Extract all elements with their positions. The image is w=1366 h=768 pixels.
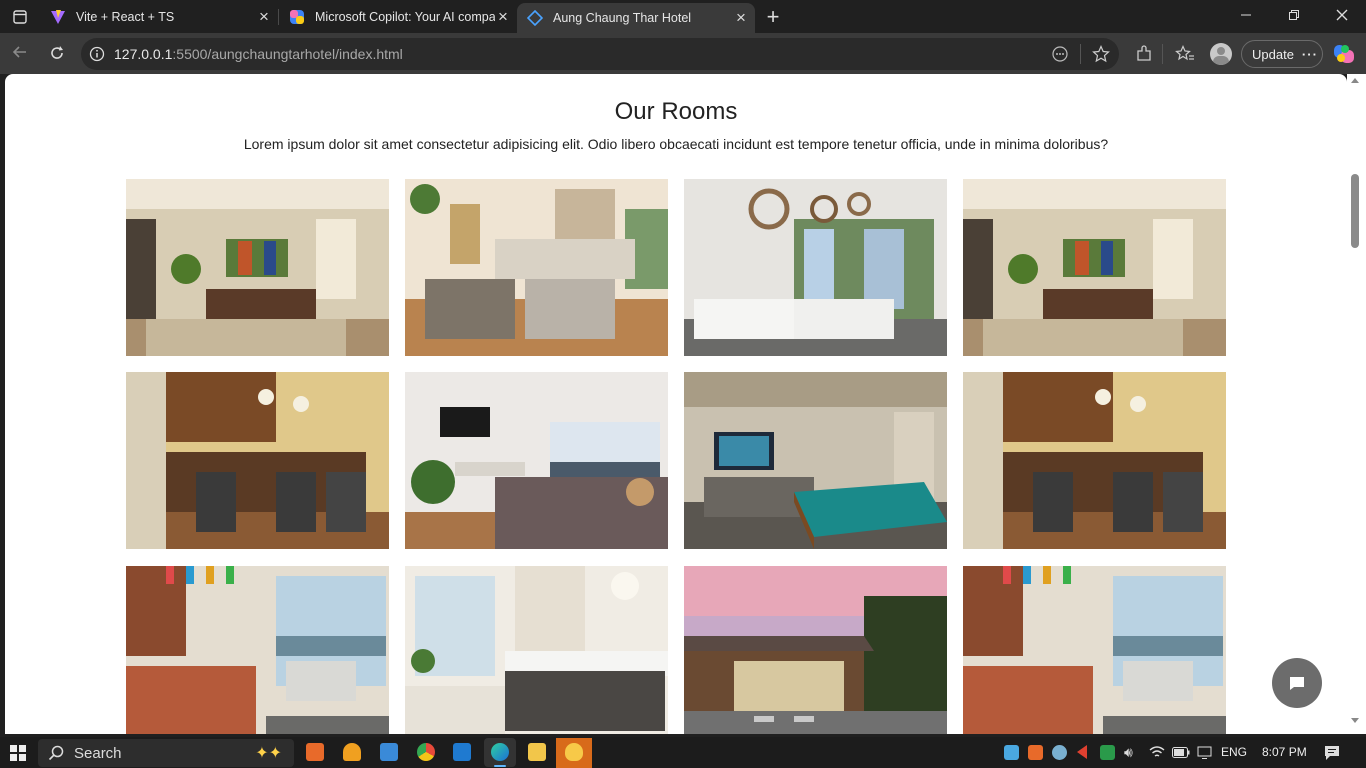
back-button[interactable] <box>8 42 32 66</box>
room-image-living-room[interactable] <box>126 179 389 356</box>
app-icon-1[interactable] <box>306 743 324 761</box>
scroll-up-icon[interactable] <box>1351 78 1359 83</box>
extensions-icon[interactable] <box>1135 45 1153 63</box>
taskbar-search[interactable]: Search ✦✦ <box>38 739 294 767</box>
wifi-icon[interactable] <box>1149 745 1165 759</box>
search-icon <box>48 745 64 761</box>
more-options-icon[interactable] <box>1052 46 1068 62</box>
tab-title: Vite + React + TS <box>76 9 175 24</box>
divider <box>1080 44 1081 64</box>
tab-aung-chaung-thar[interactable]: Aung Chaung Thar Hotel × <box>517 3 755 33</box>
room-image-sunroom[interactable] <box>684 179 947 356</box>
tab-title: Microsoft Copilot: Your AI compa <box>315 9 495 24</box>
display-icon[interactable] <box>1197 745 1212 760</box>
room-image-bathroom[interactable] <box>405 566 668 734</box>
notification-icon[interactable] <box>1324 745 1340 761</box>
refresh-button[interactable] <box>45 43 69 67</box>
tray-icon-2[interactable] <box>1028 745 1043 760</box>
chrome-icon[interactable] <box>417 743 435 761</box>
minimize-button[interactable] <box>1222 8 1270 26</box>
vite-icon <box>51 9 65 24</box>
room-image-lounge[interactable] <box>405 179 668 356</box>
edge-icon[interactable] <box>491 743 509 761</box>
page-viewport: Our Rooms Lorem ipsum dolor sit amet con… <box>5 74 1347 734</box>
close-icon[interactable]: × <box>495 8 511 25</box>
room-image-kitchen-bar[interactable] <box>126 372 389 549</box>
divider <box>1162 44 1163 64</box>
close-icon[interactable]: × <box>733 9 749 26</box>
app-icon-2[interactable] <box>343 743 361 761</box>
page-title: Our Rooms <box>614 98 738 125</box>
sparkle-icon: ✦✦ <box>255 745 282 762</box>
favorite-star-icon[interactable] <box>1092 45 1110 63</box>
monitor-app-icon[interactable] <box>380 743 398 761</box>
tab-strip: Vite + React + TS × Microsoft Copilot: Y… <box>0 0 1366 33</box>
room-image-living-room[interactable] <box>963 179 1226 356</box>
update-label: Update <box>1252 46 1294 62</box>
restore-button[interactable] <box>1270 8 1318 26</box>
room-image-game-room[interactable] <box>684 372 947 549</box>
tab-vite[interactable]: Vite + React + TS × <box>40 0 278 33</box>
url-text: 127.0.0.1:5500/aungchaungtarhotel/index.… <box>114 46 403 62</box>
favorites-icon[interactable] <box>1175 45 1195 63</box>
windows-start-icon[interactable] <box>10 745 26 761</box>
restore-icon <box>1289 9 1299 20</box>
weather-icon[interactable] <box>1052 745 1067 760</box>
address-bar[interactable]: 127.0.0.1:5500/aungchaungtarhotel/index.… <box>81 38 1119 70</box>
active-indicator <box>494 765 506 767</box>
clock-time[interactable]: 8:07 PM <box>1262 745 1307 759</box>
room-image-bedroom[interactable] <box>405 372 668 549</box>
close-window-icon <box>1336 9 1348 20</box>
refresh-icon <box>51 46 63 59</box>
scrollbar-thumb[interactable] <box>1351 174 1359 248</box>
close-icon[interactable]: × <box>256 8 272 25</box>
profile-avatar[interactable] <box>1210 43 1232 65</box>
more-icon: ··· <box>1301 46 1318 62</box>
minimize-icon <box>1241 14 1251 15</box>
volume-icon[interactable]: 🔊︎ <box>1124 744 1133 761</box>
room-image-dining-kitchen[interactable] <box>126 566 389 734</box>
language-indicator[interactable]: ENG <box>1221 745 1247 759</box>
update-button[interactable]: Update ··· <box>1241 40 1323 68</box>
tab-copilot[interactable]: Microsoft Copilot: Your AI compa × <box>279 0 517 33</box>
room-image-house-exterior[interactable] <box>684 566 947 734</box>
room-image-dining-kitchen[interactable] <box>963 566 1226 734</box>
back-arrow-icon <box>12 46 26 58</box>
scrollbar-track[interactable] <box>1347 74 1366 734</box>
info-icon[interactable] <box>89 46 105 62</box>
tab-actions-icon[interactable] <box>0 0 40 33</box>
url-path: :5500/aungchaungtarhotel/index.html <box>172 46 403 62</box>
tray-icon-red[interactable] <box>1077 745 1087 759</box>
security-icon[interactable] <box>1100 745 1115 760</box>
chat-button[interactable] <box>1272 658 1322 708</box>
search-label: Search <box>74 744 122 762</box>
scroll-down-icon[interactable] <box>1351 718 1359 723</box>
tray-icon-1[interactable] <box>1004 745 1019 760</box>
copilot-icon[interactable] <box>1332 42 1356 66</box>
chat-icon <box>1290 677 1304 690</box>
vscode-icon[interactable] <box>453 743 471 761</box>
close-window-button[interactable] <box>1318 8 1366 26</box>
new-tab-button[interactable]: + <box>755 0 791 33</box>
code-icon <box>527 10 543 26</box>
file-explorer-icon[interactable] <box>528 743 546 761</box>
shield-app-icon <box>565 743 583 761</box>
page-description: Lorem ipsum dolor sit amet consectetur a… <box>243 136 1109 152</box>
copilot-icon <box>290 9 304 24</box>
url-host: 127.0.0.1 <box>114 46 173 62</box>
battery-icon[interactable] <box>1172 747 1190 758</box>
room-image-kitchen-bar[interactable] <box>963 372 1226 549</box>
tab-title: Aung Chaung Thar Hotel <box>553 11 692 25</box>
